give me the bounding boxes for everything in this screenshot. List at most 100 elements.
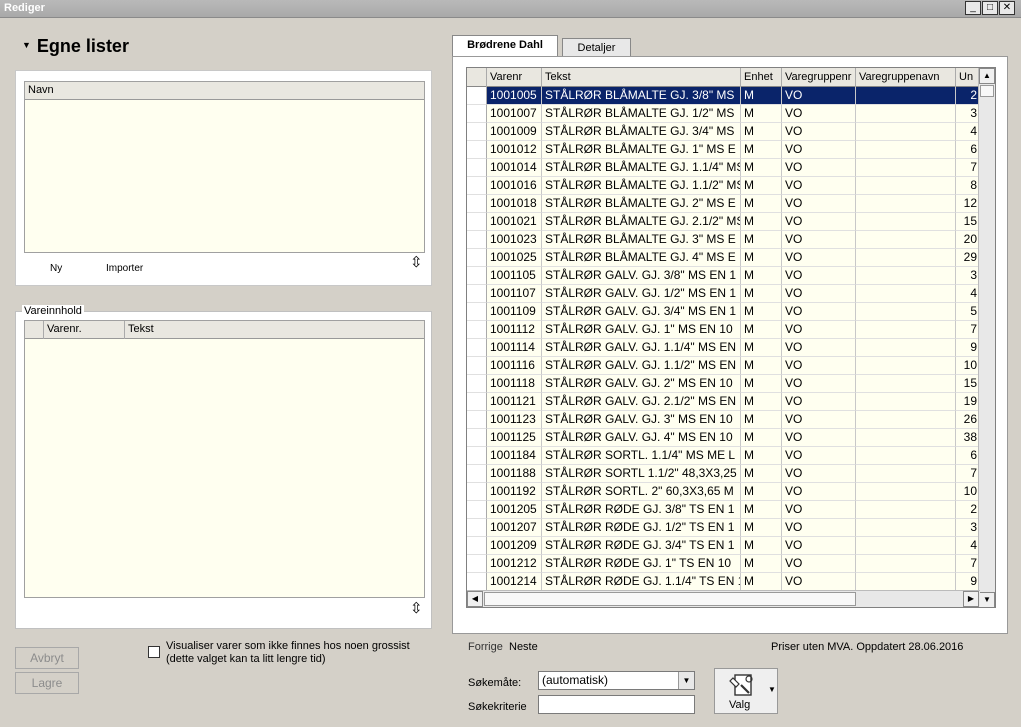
horizontal-scroll-thumb[interactable] [484,592,856,606]
scroll-left-icon[interactable]: ◀ [467,591,483,607]
table-row[interactable]: 1001105 STÅLRØR GALV. GJ. 3/8" MS EN 1 M VO… [467,267,980,285]
table-row[interactable]: 1001205 STÅLRØR RØDE GJ. 3/8" TS EN 1 M VO 2 [467,501,980,519]
row-indicator-header [25,321,44,339]
section-title[interactable]: ▼ Egne lister [22,36,129,57]
table-row[interactable]: 1001023 STÅLRØR BLÅMALTE GJ. 3" MS E M VO 20 [467,231,980,249]
product-grid-header: Varenr Tekst Enhet Varegruppenr Varegrup… [467,68,980,87]
cell-enhet: M [741,249,782,267]
valg-button[interactable]: ▼ Valg [714,668,778,714]
dropdown-arrow-icon[interactable]: ▼ [678,672,694,689]
column-header-tekst[interactable]: Tekst [542,68,741,87]
content-grid[interactable]: Varenr. Tekst [24,320,425,598]
column-header-varenr[interactable]: Varenr. [47,323,82,335]
search-mode-value: (automatisk) [542,673,609,687]
table-row[interactable]: 1001123 STÅLRØR GALV. GJ. 3" MS EN 10 M VO 2… [467,411,980,429]
cell-navn [856,393,956,411]
scroll-right-icon[interactable]: ▶ [963,591,979,607]
resize-updown-icon[interactable]: ⇳ [410,601,423,616]
product-grid[interactable]: Varenr Tekst Enhet Varegruppenr Varegrup… [466,67,996,608]
table-row[interactable]: 1001014 STÅLRØR BLÅMALTE GJ. 1.1/4" MS M VO… [467,159,980,177]
vertical-scrollbar[interactable]: ▲ ▼ [978,68,995,607]
tab-brodrene-dahl[interactable]: Brødrene Dahl [452,35,558,57]
import-link[interactable]: Importer [106,263,143,274]
table-row[interactable]: 1001209 STÅLRØR RØDE GJ. 3/4" TS EN 1 M VO 4 [467,537,980,555]
cell-navn [856,573,956,591]
table-row[interactable]: 1001118 STÅLRØR GALV. GJ. 2" MS EN 10 M VO 1… [467,375,980,393]
table-row[interactable]: 1001214 STÅLRØR RØDE GJ. 1.1/4" TS EN 1MV… [467,573,980,591]
horizontal-scrollbar[interactable]: ◀ ▶ [467,590,980,607]
next-link[interactable]: Neste [509,641,538,653]
table-row[interactable]: 1001188 STÅLRØR SORTL 1.1/2" 48,3X3,25 M VO… [467,465,980,483]
table-row[interactable]: 1001021 STÅLRØR BLÅMALTE GJ. 2.1/2" MS M VO… [467,213,980,231]
cell-tekst: STÅLRØR GALV. GJ. 3" MS EN 10 [542,411,741,429]
table-row[interactable]: 1001018 STÅLRØR BLÅMALTE GJ. 2" MS E M VO 12 [467,195,980,213]
resize-updown-icon[interactable]: ⇳ [410,255,423,270]
table-row[interactable]: 1001184 STÅLRØR SORTL. 1.1/4" MS ME L M VO 6 [467,447,980,465]
cell-enhet: M [741,447,782,465]
cell-tekst: STÅLRØR GALV. GJ. 3/8" MS EN 1 [542,267,741,285]
cell-un: 9 [956,339,980,357]
cell-tekst: STÅLRØR BLÅMALTE GJ. 3" MS E [542,231,741,249]
table-row[interactable]: 1001212 STÅLRØR RØDE GJ. 1" TS EN 10 M VO 7 [467,555,980,573]
scroll-up-icon[interactable]: ▲ [979,68,995,84]
save-button[interactable]: Lagre [15,672,79,694]
table-row[interactable]: 1001016 STÅLRØR BLÅMALTE GJ. 1.1/2" MS M VO… [467,177,980,195]
cell-un: 7 [956,321,980,339]
table-row[interactable]: 1001125 STÅLRØR GALV. GJ. 4" MS EN 10 M VO 3… [467,429,980,447]
cell-enhet: M [741,267,782,285]
cell-un: 3 [956,105,980,123]
maximize-icon[interactable]: □ [982,1,998,15]
table-row[interactable]: 1001009 STÅLRØR BLÅMALTE GJ. 3/4" MS M VO 4 [467,123,980,141]
collapse-triangle-icon[interactable]: ▼ [22,40,31,50]
column-header-varenr[interactable]: Varenr [487,68,542,87]
table-row[interactable]: 1001007 STÅLRØR BLÅMALTE GJ. 1/2" MS M VO 3 [467,105,980,123]
row-indicator [467,429,487,447]
visualize-checkbox[interactable] [148,646,160,658]
cell-varenr: 1001007 [487,105,542,123]
table-row[interactable]: 1001107 STÅLRØR GALV. GJ. 1/2" MS EN 1 M VO… [467,285,980,303]
table-row[interactable]: 1001207 STÅLRØR RØDE GJ. 1/2" TS EN 1 M VO 3 [467,519,980,537]
cell-navn [856,303,956,321]
column-header-enhet[interactable]: Enhet [741,68,782,87]
cell-navn [856,519,956,537]
cell-enhet: M [741,537,782,555]
table-row[interactable]: 1001116 STÅLRØR GALV. GJ. 1.1/2" MS EN 1M… [467,357,980,375]
cell-un: 15 [956,375,980,393]
table-row[interactable]: 1001192 STÅLRØR SORTL. 2" 60,3X3,65 M M VO 1… [467,483,980,501]
table-row[interactable]: 1001114 STÅLRØR GALV. GJ. 1.1/4" MS EN 1M… [467,339,980,357]
vertical-scroll-thumb[interactable] [980,85,994,97]
close-icon[interactable]: ✕ [999,1,1015,15]
cell-varenr: 1001018 [487,195,542,213]
cell-tekst: STÅLRØR SORTL 1.1/2" 48,3X3,25 [542,465,741,483]
column-header-navn[interactable]: Navn [28,84,54,96]
table-row[interactable]: 1001109 STÅLRØR GALV. GJ. 3/4" MS EN 1 M VO… [467,303,980,321]
cell-un: 29 [956,249,980,267]
cell-varenr: 1001112 [487,321,542,339]
prev-link[interactable]: Forrige [468,641,503,653]
new-list-link[interactable]: Ny [50,263,62,274]
table-row[interactable]: 1001121 STÅLRØR GALV. GJ. 2.1/2" MS EN 1M… [467,393,980,411]
table-row[interactable]: 1001012 STÅLRØR BLÅMALTE GJ. 1" MS E M VO 6 [467,141,980,159]
cell-tekst: STÅLRØR RØDE GJ. 1/2" TS EN 1 [542,519,741,537]
tab-detaljer[interactable]: Detaljer [562,38,631,58]
cell-un: 12 [956,195,980,213]
content-grid-header: Varenr. Tekst [25,321,424,339]
column-header-varegruppenavn[interactable]: Varegruppenavn [856,68,956,87]
column-header-un[interactable]: Un [956,68,980,87]
cell-enhet: M [741,393,782,411]
cell-enhet: M [741,573,782,591]
lists-grid[interactable]: Navn [24,81,425,253]
table-row[interactable]: 1001112 STÅLRØR GALV. GJ. 1" MS EN 10 M VO 7 [467,321,980,339]
table-row[interactable]: 1001005 STÅLRØR BLÅMALTE GJ. 3/8" MS M VO 2 [467,87,980,105]
cell-navn [856,249,956,267]
valg-dropdown-icon[interactable]: ▼ [768,685,776,694]
minimize-icon[interactable]: _ [965,1,981,15]
table-row[interactable]: 1001025 STÅLRØR BLÅMALTE GJ. 4" MS E M VO 29 [467,249,980,267]
cell-gruppe: VO [782,285,856,303]
column-header-tekst[interactable]: Tekst [128,323,154,335]
column-header-varegruppenr[interactable]: Varegruppenr [782,68,856,87]
cancel-button[interactable]: Avbryt [15,647,79,669]
search-mode-select[interactable]: (automatisk) ▼ [538,671,695,690]
scroll-down-icon[interactable]: ▼ [979,592,995,607]
search-criteria-input[interactable] [538,695,695,714]
